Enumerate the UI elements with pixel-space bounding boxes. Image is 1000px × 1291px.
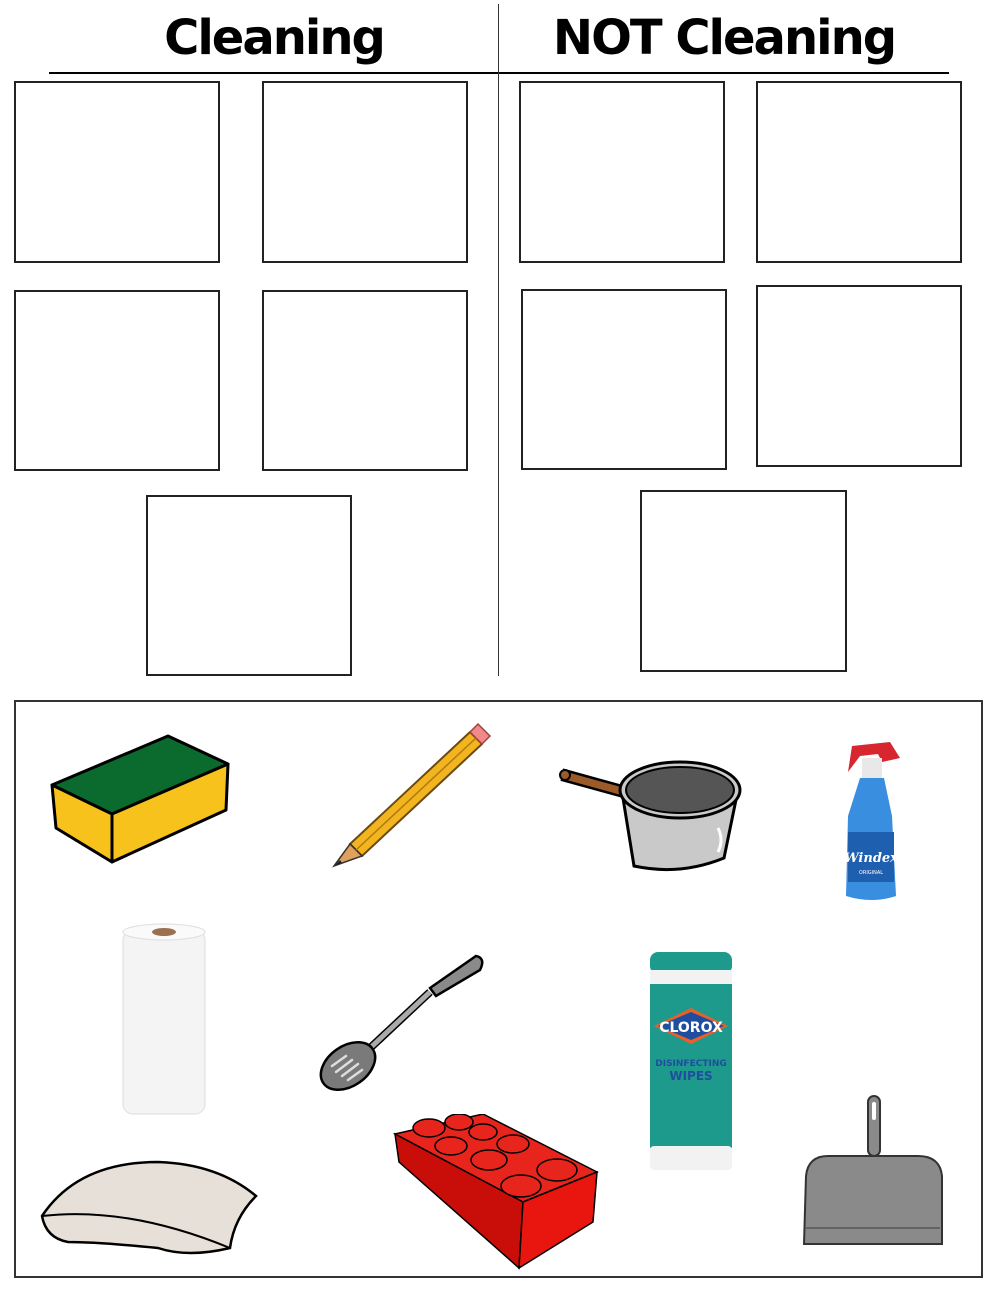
not-cleaning-drop-slot-2[interactable]: [756, 81, 962, 263]
paper-towel-icon: [122, 923, 206, 1115]
sponge-icon: [50, 734, 230, 864]
clorox-sublabel-2: WIPES: [669, 1069, 712, 1083]
column-title-not-cleaning: NOT Cleaning: [552, 10, 897, 66]
slotted-spoon-icon: [319, 954, 484, 1092]
windex-label: Windex: [844, 851, 898, 866]
disinfecting-wipes-icon: CLOROX DISINFECTING WIPES: [650, 952, 732, 1170]
header-divider: [49, 72, 949, 74]
pencil-icon: [331, 722, 492, 868]
cleaning-drop-slot-2[interactable]: [262, 81, 468, 263]
cleaning-drop-slot-4[interactable]: [262, 290, 468, 471]
clorox-sublabel-1: DISINFECTING: [655, 1059, 727, 1069]
not-cleaning-drop-slot-3[interactable]: [521, 289, 727, 470]
draggable-item-pillow[interactable]: [38, 1158, 260, 1258]
clorox-brand: CLOROX: [659, 1020, 723, 1036]
draggable-item-clorox-wipes[interactable]: CLOROX DISINFECTING WIPES: [648, 950, 734, 1172]
windex-sublabel: ORIGINAL: [859, 870, 883, 876]
dustpan-icon: [802, 1095, 943, 1245]
draggable-item-lego-brick[interactable]: [393, 1114, 599, 1270]
spray-bottle-icon: Windex ORIGINAL: [844, 742, 900, 900]
cleaning-drop-slot-1[interactable]: [14, 81, 220, 263]
cleaning-drop-slot-3[interactable]: [14, 290, 220, 471]
draggable-item-windex[interactable]: Windex ORIGINAL: [838, 736, 908, 904]
column-title-cleaning: Cleaning: [164, 10, 386, 66]
not-cleaning-drop-slot-5[interactable]: [640, 490, 847, 672]
draggable-item-pot[interactable]: [558, 756, 744, 872]
pillow-icon: [40, 1160, 258, 1255]
draggable-item-sponge[interactable]: [48, 730, 233, 870]
cleaning-drop-slot-5[interactable]: [146, 495, 352, 676]
not-cleaning-drop-slot-1[interactable]: [519, 81, 725, 263]
pot-icon: [559, 760, 742, 872]
draggable-item-slotted-spoon[interactable]: [318, 950, 486, 1092]
lego-brick-icon: [393, 1114, 599, 1270]
draggable-item-paper-towel[interactable]: [120, 922, 208, 1118]
draggable-item-pencil[interactable]: [330, 720, 492, 868]
not-cleaning-drop-slot-4[interactable]: [756, 285, 962, 467]
column-divider: [498, 4, 499, 676]
draggable-item-dustpan[interactable]: [802, 1094, 946, 1246]
